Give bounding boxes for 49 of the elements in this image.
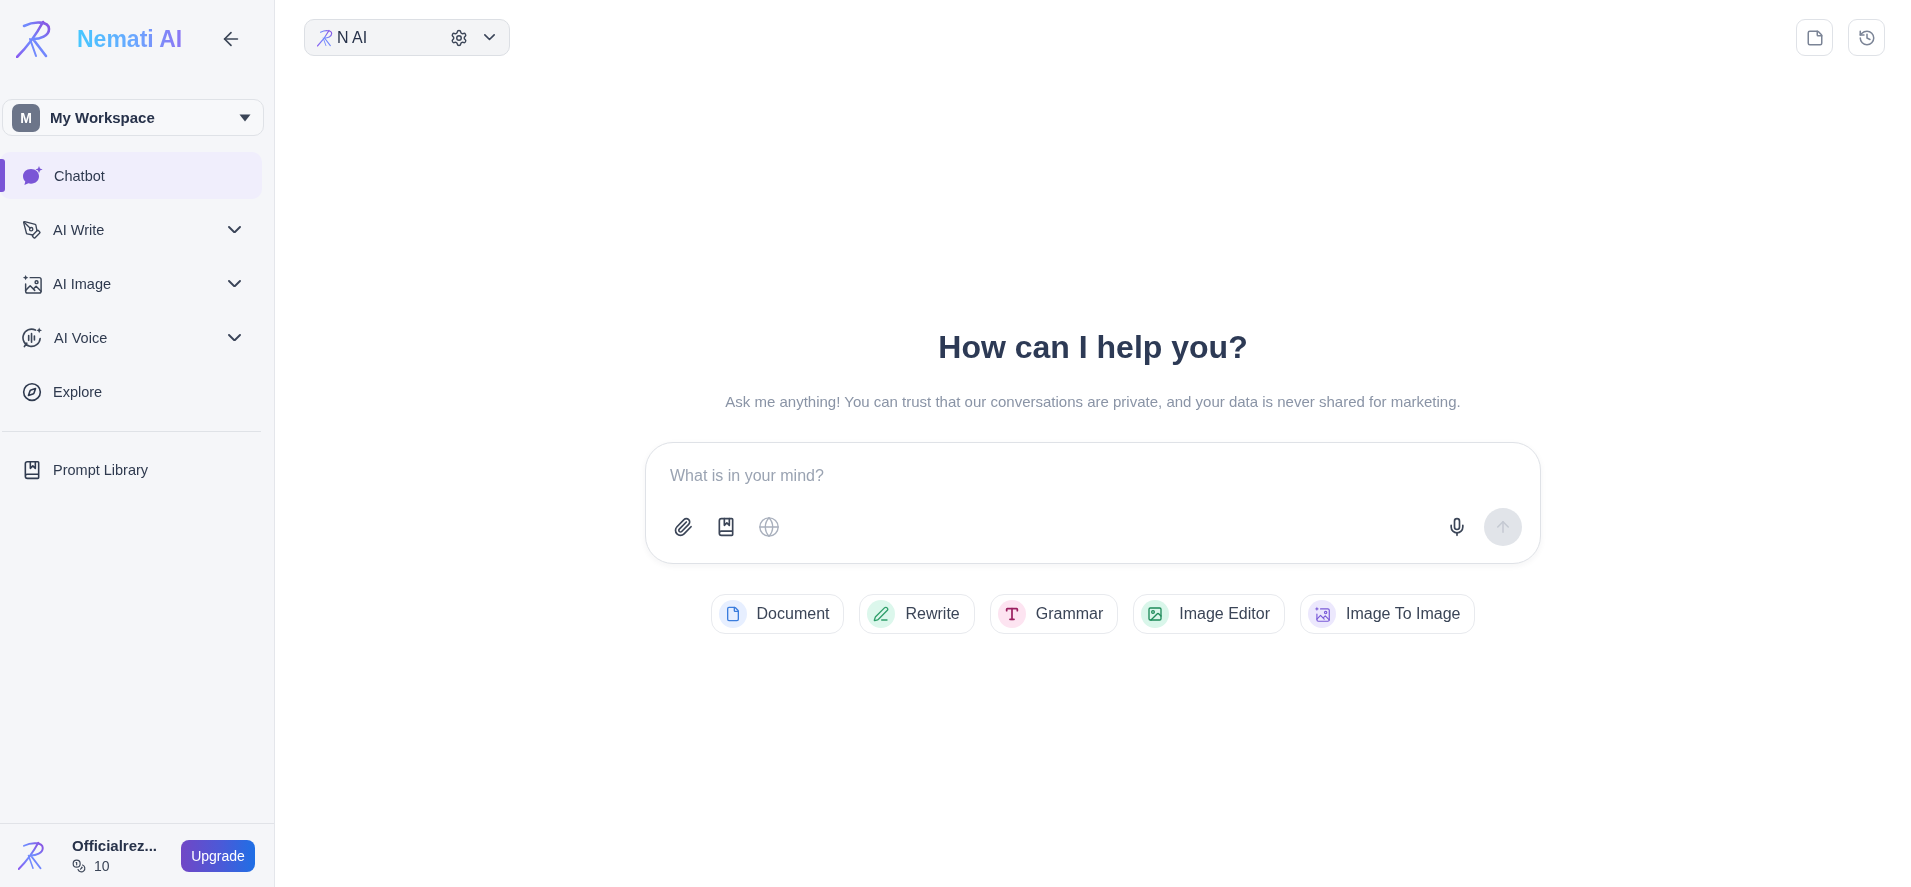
image-icon bbox=[1141, 600, 1170, 628]
model-logo-icon bbox=[317, 28, 333, 47]
microphone-icon bbox=[1447, 517, 1467, 537]
chevron-down-icon bbox=[228, 225, 241, 234]
sidebar-nav-item[interactable]: Chatbot bbox=[0, 152, 262, 199]
credit-count: 10 bbox=[94, 858, 110, 874]
pencil-icon bbox=[867, 600, 896, 628]
page-heading: How can I help you? bbox=[938, 328, 1248, 367]
shortcut-chip[interactable]: Image Editor bbox=[1133, 594, 1285, 634]
settings-icon[interactable] bbox=[450, 28, 468, 47]
history-button[interactable] bbox=[1848, 19, 1885, 56]
caret-down-icon bbox=[239, 113, 251, 122]
image-sparkle-icon bbox=[22, 273, 42, 294]
account-name: Officialrez... bbox=[72, 837, 158, 854]
chat-bubble-sparkle-icon bbox=[22, 165, 43, 186]
model-selector[interactable]: N AI bbox=[304, 19, 510, 56]
workspace-selector[interactable]: M My Workspace bbox=[2, 99, 264, 136]
sidebar-nav-item[interactable]: Prompt Library bbox=[0, 446, 262, 493]
image-sparkle-icon bbox=[1308, 600, 1336, 628]
paperclip-icon bbox=[673, 517, 693, 537]
chevron-down-icon[interactable] bbox=[484, 34, 495, 41]
coins-icon bbox=[72, 859, 86, 873]
upgrade-button[interactable]: Upgrade bbox=[181, 839, 255, 872]
shortcut-chip[interactable]: Document bbox=[710, 594, 845, 634]
text-type-icon bbox=[997, 600, 1026, 628]
note-icon bbox=[1805, 28, 1824, 47]
notes-button[interactable] bbox=[1796, 19, 1833, 56]
account-logo-icon bbox=[18, 839, 45, 872]
bookmark-book-icon bbox=[716, 517, 736, 537]
brand-logo-icon bbox=[16, 20, 52, 58]
privacy-note: Ask me anything! You can trust that our conversations are private, and your data is never shared for marketing. bbox=[725, 394, 1461, 410]
sidebar-nav-item[interactable]: Explore bbox=[0, 368, 262, 415]
globe-icon bbox=[758, 516, 780, 538]
workspace-avatar: M bbox=[12, 103, 40, 132]
sidebar-nav-item[interactable]: AI Voice bbox=[0, 314, 262, 361]
pen-nib-icon bbox=[22, 219, 42, 240]
shortcut-chip[interactable]: Image To Image bbox=[1300, 594, 1476, 634]
message-input[interactable]: What is in your mind? bbox=[667, 466, 1522, 486]
sidebar-nav-item[interactable]: AI Image bbox=[0, 260, 262, 307]
sidebar-nav-item[interactable]: AI Write bbox=[0, 206, 262, 253]
document-icon bbox=[718, 600, 747, 628]
voice-bubble-sparkle-icon bbox=[22, 327, 43, 348]
chevron-down-icon bbox=[228, 333, 241, 342]
bookmark-book-icon bbox=[22, 459, 42, 480]
history-icon bbox=[1857, 28, 1876, 47]
shortcut-chip[interactable]: Grammar bbox=[989, 594, 1119, 634]
chevron-down-icon bbox=[228, 279, 241, 288]
shortcut-chip[interactable]: Rewrite bbox=[859, 594, 975, 634]
compass-icon bbox=[22, 381, 42, 402]
